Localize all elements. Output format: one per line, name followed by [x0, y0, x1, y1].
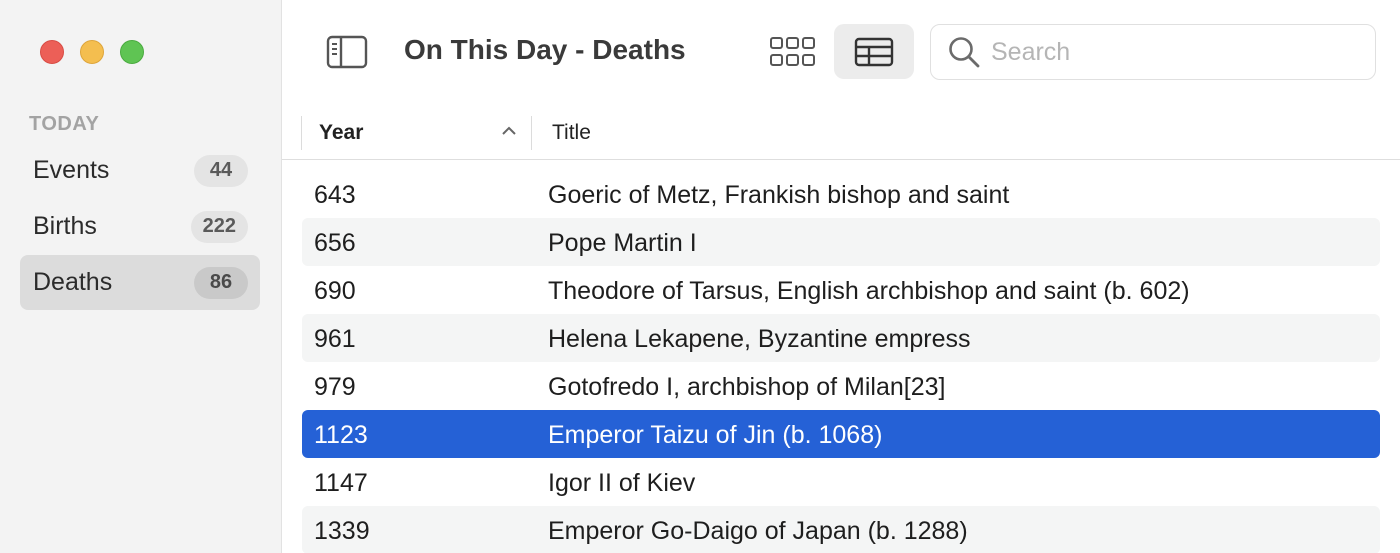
table-body: 643 Goeric of Metz, Frankish bishop and …: [302, 170, 1380, 553]
window-controls: [40, 40, 144, 64]
column-divider: [301, 116, 302, 150]
sidebar-item-label: Births: [33, 212, 97, 240]
sidebar-section-label: TODAY: [29, 113, 100, 135]
count-badge: 222: [190, 210, 248, 243]
sidebar-item-label: Deaths: [33, 268, 113, 296]
maximize-window-button[interactable]: [120, 40, 144, 64]
cell-year: 1339: [314, 517, 370, 545]
minimize-window-button[interactable]: [80, 40, 104, 64]
sort-ascending-icon[interactable]: [500, 124, 518, 138]
sidebar-item-events[interactable]: Events 44: [20, 143, 260, 198]
table-row[interactable]: 979 Gotofredo I, archbishop of Milan[23]: [302, 362, 1380, 410]
sidebar-toggle-button[interactable]: [326, 35, 368, 69]
cell-title: Helena Lekapene, Byzantine empress: [548, 325, 971, 353]
count-badge: 86: [194, 266, 248, 299]
cell-year: 656: [314, 229, 356, 257]
table-row[interactable]: 961 Helena Lekapene, Byzantine empress: [302, 314, 1380, 362]
count-badge: 44: [194, 154, 248, 187]
column-divider[interactable]: [531, 116, 532, 150]
table-row[interactable]: 1147 Igor II of Kiev: [302, 458, 1380, 506]
table-view-icon: [854, 37, 894, 66]
cell-title: Theodore of Tarsus, English archbishop a…: [548, 277, 1190, 305]
cell-title: Gotofredo I, archbishop of Milan[23]: [548, 373, 946, 401]
cell-title: Emperor Go-Daigo of Japan (b. 1288): [548, 517, 968, 545]
cell-year: 961: [314, 325, 356, 353]
sidebar-item-label: Events: [33, 156, 110, 184]
table-row[interactable]: 643 Goeric of Metz, Frankish bishop and …: [302, 170, 1380, 218]
sidebar-item-deaths[interactable]: Deaths 86: [20, 255, 260, 310]
table-view-button[interactable]: [834, 24, 914, 79]
cell-year: 1123: [314, 421, 368, 449]
sidebar-item-births[interactable]: Births 222: [20, 199, 260, 254]
search-icon: [949, 37, 980, 68]
cell-year: 690: [314, 277, 356, 305]
cell-year: 979: [314, 373, 356, 401]
search-field[interactable]: [930, 24, 1376, 80]
column-header-year[interactable]: Year: [319, 121, 363, 145]
sidebar-icon: [326, 35, 368, 69]
table-row[interactable]: 690 Theodore of Tarsus, English archbish…: [302, 266, 1380, 314]
cell-year: 643: [314, 181, 356, 209]
grid-view-icon: [770, 37, 815, 66]
page-title: On This Day - Deaths: [404, 34, 686, 65]
sidebar: TODAY Events 44 Births 222 Deaths 86: [0, 0, 282, 553]
cell-title: Igor II of Kiev: [548, 469, 696, 497]
table-row-selected[interactable]: 1123 Emperor Taizu of Jin (b. 1068): [302, 410, 1380, 458]
grid-view-button[interactable]: [762, 28, 824, 76]
cell-title: Pope Martin I: [548, 229, 697, 257]
close-window-button[interactable]: [40, 40, 64, 64]
cell-title: Goeric of Metz, Frankish bishop and sain…: [548, 181, 1010, 209]
cell-year: 1147: [314, 469, 368, 497]
column-header-title[interactable]: Title: [552, 121, 591, 145]
search-input[interactable]: [991, 37, 1371, 67]
table-row[interactable]: 1339 Emperor Go-Daigo of Japan (b. 1288): [302, 506, 1380, 553]
table-header: Year Title: [282, 104, 1400, 160]
cell-title: Emperor Taizu of Jin (b. 1068): [548, 421, 883, 449]
table-row[interactable]: 656 Pope Martin I: [302, 218, 1380, 266]
